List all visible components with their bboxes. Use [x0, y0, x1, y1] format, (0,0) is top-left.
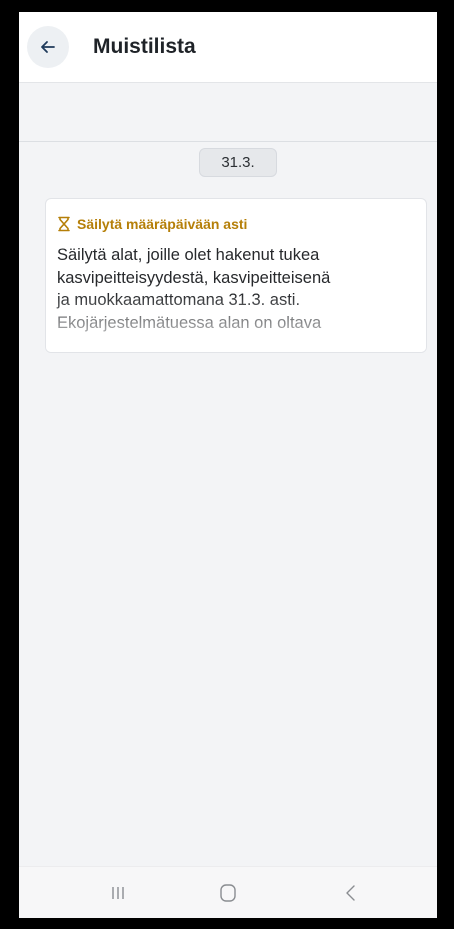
- back-chevron-icon: [346, 885, 355, 901]
- recent-apps-button[interactable]: [73, 867, 163, 918]
- card-body: Säilytä alat, joille olet hakenut tukea …: [57, 244, 387, 334]
- home-icon: [220, 884, 236, 902]
- app-header: Muistilista: [19, 12, 437, 83]
- recent-apps-icon: [112, 887, 124, 899]
- card-tag: Säilytä määräpäivään asti: [57, 215, 247, 233]
- device-frame: Muistilista 31.3. Säilytä määräpäivään a…: [0, 0, 454, 929]
- card-body-line: Säilytä alat, joille olet hakenut tukea: [57, 246, 320, 264]
- system-nav-bar: [19, 866, 437, 918]
- app-screen: Muistilista 31.3. Säilytä määräpäivään a…: [19, 12, 437, 918]
- hourglass-icon: [58, 216, 70, 232]
- header-subbar: [19, 83, 437, 142]
- reminder-card[interactable]: Säilytä määräpäivään asti Säilytä alat, …: [45, 198, 427, 353]
- card-tag-label: Säilytä määräpäivään asti: [77, 216, 248, 232]
- home-button[interactable]: [183, 867, 273, 918]
- card-body-line: Ekojärjestelmätuessa alan on oltava: [57, 313, 322, 332]
- card-body-line: kasvipeitteisyydestä, kasvipeitteisenä: [57, 268, 331, 287]
- date-chip: 31.3.: [199, 148, 277, 177]
- system-back-button[interactable]: [305, 867, 395, 918]
- back-button[interactable]: [27, 26, 69, 68]
- card-body-line: ja muokkaamattomana 31.3. asti.: [57, 291, 301, 309]
- arrow-left-icon: [41, 41, 55, 53]
- page-title: Muistilista: [93, 35, 196, 58]
